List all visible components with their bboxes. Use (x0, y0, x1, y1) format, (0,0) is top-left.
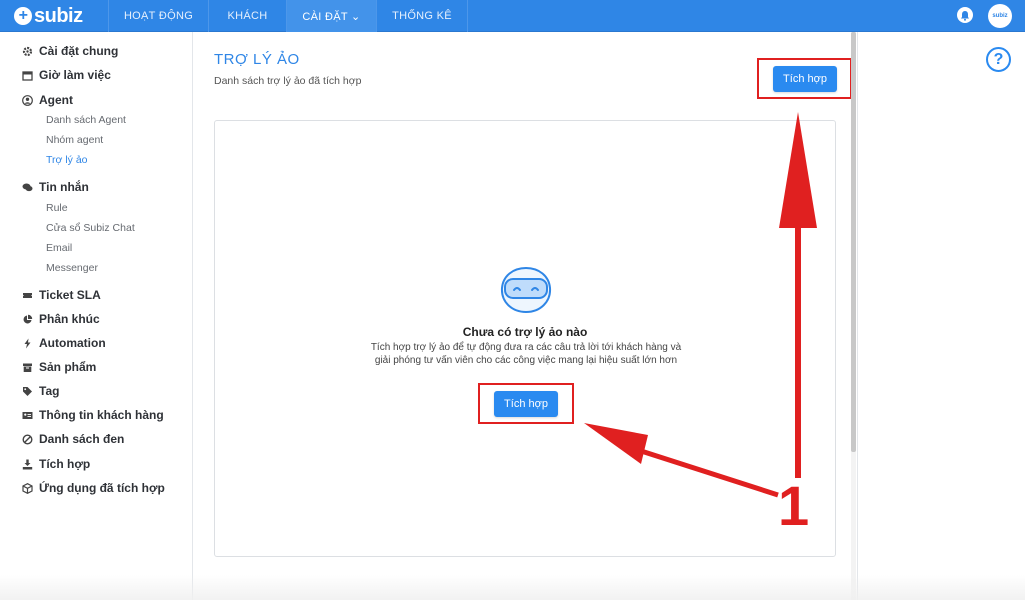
annotation-number: 1 (778, 474, 810, 537)
bottom-fade (0, 575, 1025, 600)
annotation-arrows (584, 112, 817, 498)
